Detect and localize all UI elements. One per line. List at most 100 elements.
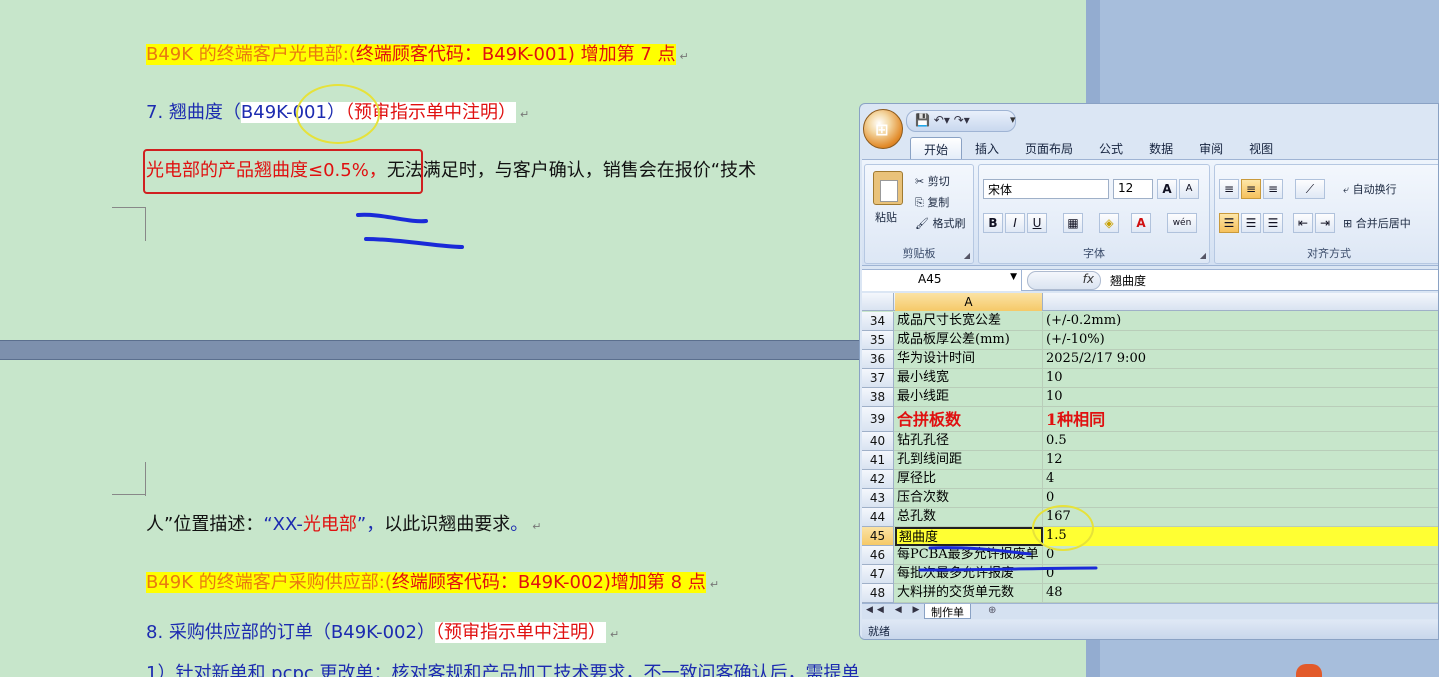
row-header[interactable]: 39	[862, 407, 894, 432]
row-header[interactable]: 46	[862, 546, 894, 565]
tab-view[interactable]: 视图	[1236, 137, 1286, 159]
row-header[interactable]: 48	[862, 584, 894, 603]
align-center-icon[interactable]: ☰	[1241, 213, 1261, 233]
name-box[interactable]: A45 ▼	[862, 270, 1022, 291]
insert-sheet-icon[interactable]: ⊕	[988, 605, 996, 616]
cell-a[interactable]: 每PCBA最多允许报废单	[895, 546, 1043, 565]
dialog-launcher-icon[interactable]: ◢	[964, 251, 970, 260]
row-header[interactable]: 34	[862, 312, 894, 331]
cell-b[interactable]: 0.5	[1044, 432, 1438, 451]
undo-dropdown-icon[interactable]: ▾	[944, 113, 950, 127]
worksheet-grid[interactable]: A 34 成品尺寸长宽公差 (+/-0.2mm) 35 成品板厚公差(mm) (+/-10…	[862, 293, 1438, 603]
tab-page-layout[interactable]: 页面布局	[1012, 137, 1086, 159]
shrink-font-button[interactable]: A	[1179, 179, 1199, 199]
row-header[interactable]: 42	[862, 470, 894, 489]
cell-b[interactable]: 10	[1044, 369, 1438, 388]
wrap-text-button[interactable]: ⤶ 自动换行	[1343, 181, 1397, 197]
cell-b[interactable]: (+/-10%)	[1044, 331, 1438, 350]
paste-button[interactable]: 粘贴	[875, 209, 897, 225]
formula-input[interactable]: 翘曲度	[1110, 272, 1146, 289]
copy-button[interactable]: ⎘ 复制	[915, 194, 949, 210]
format-painter-button[interactable]: 🖌 格式刷	[915, 215, 965, 231]
cell-b[interactable]: 1种相同	[1044, 407, 1438, 432]
row-header[interactable]: 37	[862, 369, 894, 388]
tab-review[interactable]: 审阅	[1186, 137, 1236, 159]
cell-a[interactable]: 最小线距	[895, 388, 1043, 407]
excel-window[interactable]: ⊞ 💾 ↶▾ ↷▾ ▾ 开始 插入 页面布局 公式 数据 审阅 视图 粘贴 ✂ …	[859, 103, 1439, 640]
dialog-launcher-icon[interactable]: ◢	[1200, 251, 1206, 260]
insert-function-button[interactable]: fx	[1027, 271, 1101, 290]
font-size-select[interactable]: 12	[1113, 179, 1153, 199]
merge-center-button[interactable]: ⊞ 合并后居中	[1343, 215, 1411, 231]
italic-button[interactable]: I	[1005, 213, 1025, 233]
align-right-icon[interactable]: ☰	[1263, 213, 1283, 233]
sheet-tab-zhizuodan[interactable]: 制作单	[924, 604, 971, 619]
office-button[interactable]: ⊞	[863, 109, 903, 149]
cell-b[interactable]: 167	[1044, 508, 1438, 527]
cell-a[interactable]: 合拼板数	[895, 407, 1043, 432]
select-all-button[interactable]	[862, 293, 894, 311]
increase-indent-icon[interactable]: ⇥	[1315, 213, 1335, 233]
borders-icon[interactable]: ▦	[1063, 213, 1083, 233]
font-name-select[interactable]: 宋体	[983, 179, 1109, 199]
underline-button[interactable]: U	[1027, 213, 1047, 233]
font-color-icon[interactable]: A	[1131, 213, 1151, 233]
row-header[interactable]: 43	[862, 489, 894, 508]
cell-a[interactable]: 成品尺寸长宽公差	[895, 312, 1043, 331]
row-header[interactable]: 47	[862, 565, 894, 584]
cell-b[interactable]: 12	[1044, 451, 1438, 470]
row-header[interactable]: 36	[862, 350, 894, 369]
cell-a[interactable]: 钻孔孔径	[895, 432, 1043, 451]
cell-a[interactable]: 成品板厚公差(mm)	[895, 331, 1043, 350]
paste-icon[interactable]	[873, 171, 903, 205]
column-header-b[interactable]	[1044, 293, 1438, 311]
taskbar-app-icon[interactable]	[1296, 664, 1322, 677]
align-middle-icon[interactable]: ≡	[1241, 179, 1261, 199]
align-top-icon[interactable]: ≡	[1219, 179, 1239, 199]
customize-qat-icon[interactable]: ▾	[1010, 113, 1016, 126]
row-header[interactable]: 44	[862, 508, 894, 527]
cell-b[interactable]: 10	[1044, 388, 1438, 407]
row-header[interactable]: 45	[862, 527, 894, 546]
decrease-indent-icon[interactable]: ⇤	[1293, 213, 1313, 233]
orientation-icon[interactable]: ⟋	[1295, 179, 1325, 199]
cell-b[interactable]: 0	[1044, 489, 1438, 508]
cell-b[interactable]: 1.5	[1044, 527, 1438, 546]
tab-formulas[interactable]: 公式	[1086, 137, 1136, 159]
cell-b[interactable]: 0	[1044, 546, 1438, 565]
tab-home[interactable]: 开始	[910, 137, 963, 159]
undo-icon[interactable]: ↶	[934, 113, 944, 127]
row-header[interactable]: 38	[862, 388, 894, 407]
bold-button[interactable]: B	[983, 213, 1003, 233]
cell-a[interactable]: 总孔数	[895, 508, 1043, 527]
tab-insert[interactable]: 插入	[962, 137, 1012, 159]
align-left-icon[interactable]: ☰	[1219, 213, 1239, 233]
row-header[interactable]: 35	[862, 331, 894, 350]
grow-font-button[interactable]: A	[1157, 179, 1177, 199]
cell-a[interactable]: 华为设计时间	[895, 350, 1043, 369]
margin-corner-mark	[112, 494, 146, 495]
cell-a[interactable]: 翘曲度	[895, 527, 1043, 546]
cell-a[interactable]: 压合次数	[895, 489, 1043, 508]
cell-a[interactable]: 每批次最多允许报废	[895, 565, 1043, 584]
redo-dropdown-icon[interactable]: ▾	[964, 113, 970, 127]
cell-b[interactable]: 4	[1044, 470, 1438, 489]
cell-b[interactable]: (+/-0.2mm)	[1044, 312, 1438, 331]
column-header-a[interactable]: A	[895, 293, 1043, 311]
cell-a[interactable]: 最小线宽	[895, 369, 1043, 388]
fill-color-icon[interactable]: ◈	[1099, 213, 1119, 233]
save-icon[interactable]: 💾	[915, 113, 930, 127]
row-header[interactable]: 41	[862, 451, 894, 470]
cell-a[interactable]: 厚径比	[895, 470, 1043, 489]
row-header[interactable]: 40	[862, 432, 894, 451]
cell-b[interactable]: 0	[1044, 565, 1438, 584]
cut-button[interactable]: ✂ 剪切	[915, 173, 950, 189]
align-bottom-icon[interactable]: ≡	[1263, 179, 1283, 199]
cell-b[interactable]: 48	[1044, 584, 1438, 603]
redo-icon[interactable]: ↷	[954, 113, 964, 127]
cell-b[interactable]: 2025/2/17 9:00	[1044, 350, 1438, 369]
cell-a[interactable]: 孔到线间距	[895, 451, 1043, 470]
tab-data[interactable]: 数据	[1136, 137, 1186, 159]
phonetic-button[interactable]: wén	[1167, 213, 1197, 233]
cell-a[interactable]: 大料拼的交货单元数	[895, 584, 1043, 603]
